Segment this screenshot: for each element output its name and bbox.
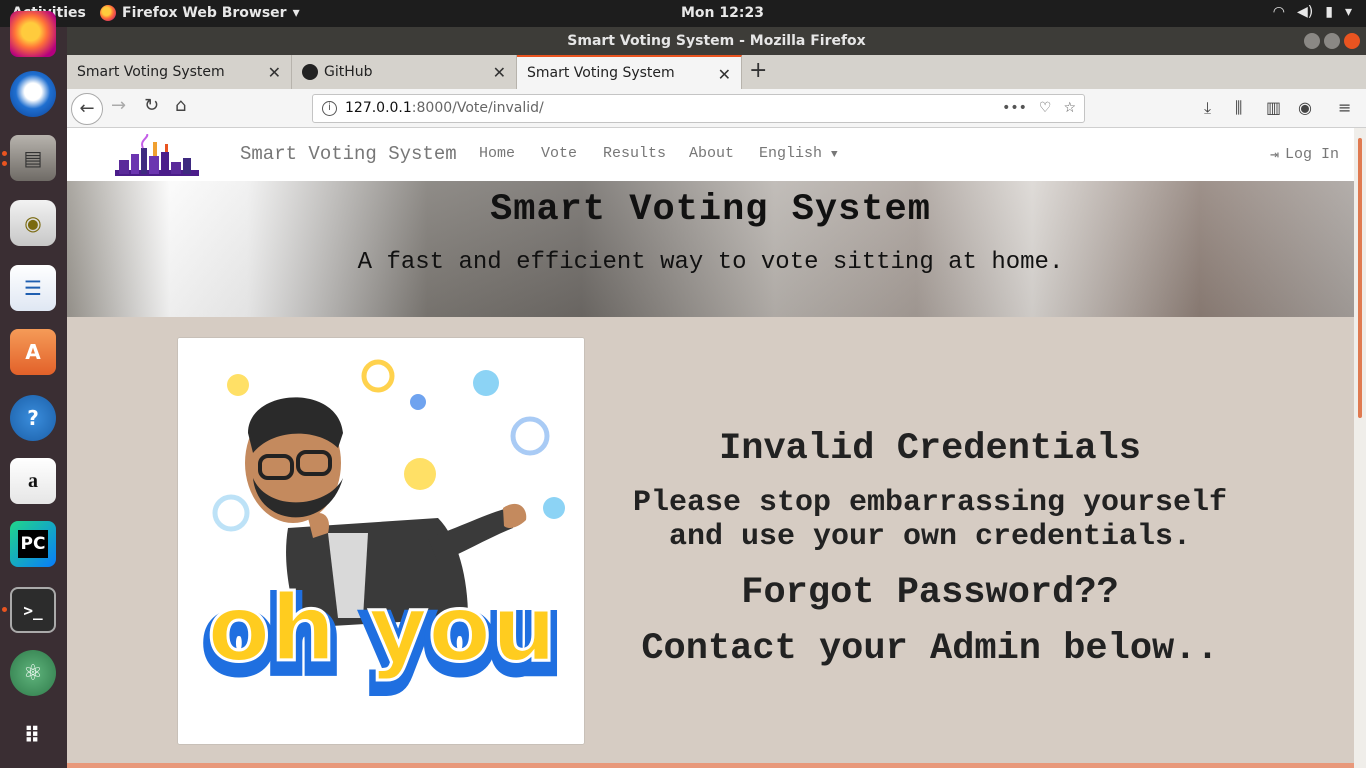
close-window-button[interactable] — [1344, 33, 1360, 49]
clock[interactable]: Mon 12:23 — [681, 5, 764, 21]
close-icon[interactable]: ✕ — [718, 65, 731, 84]
system-tray[interactable]: ◠ ◀) ▮ ▾ — [1273, 4, 1352, 20]
error-line-2: and use your own credentials. — [668, 520, 1192, 554]
tab-github[interactable]: GitHub ✕ — [292, 55, 517, 89]
app-menu[interactable]: Firefox Web Browser ▾ — [100, 5, 300, 21]
app-menu-label: Firefox Web Browser — [122, 5, 287, 21]
rhythmbox-icon[interactable]: ◉ — [10, 200, 56, 246]
nav-language-dropdown[interactable]: English ▼ — [759, 145, 838, 162]
back-button[interactable]: ← — [71, 93, 103, 125]
url-path: :8000/Vote/invalid/ — [411, 100, 544, 116]
nav-vote[interactable]: Vote — [541, 145, 577, 162]
thunderbird-icon[interactable] — [10, 71, 56, 117]
pycharm-icon[interactable]: PC — [10, 521, 56, 567]
running-indicator — [2, 161, 7, 166]
oh-you-bitmoji-image: oh you oh you — [178, 338, 584, 744]
error-line-1: Please stop embarrassing yourself — [632, 486, 1228, 520]
url-bar[interactable]: i 127.0.0.1:8000/Vote/invalid/ ••• ♡ ☆ — [312, 94, 1085, 123]
nav-results[interactable]: Results — [603, 145, 666, 162]
close-icon[interactable]: ✕ — [493, 63, 506, 82]
writer-icon[interactable]: ☰ — [10, 265, 56, 311]
nav-about[interactable]: About — [689, 145, 734, 162]
account-icon[interactable]: ◉ — [1298, 98, 1312, 117]
firefox-icon[interactable] — [10, 11, 56, 57]
site-logo[interactable] — [113, 134, 201, 178]
pocket-icon[interactable]: ♡ — [1039, 95, 1052, 122]
launcher-dock: ▤ ◉ ☰ A ? a PC >_ ⚛ ⠿ — [0, 11, 67, 768]
battery-icon: ▮ — [1325, 4, 1333, 20]
home-button[interactable]: ⌂ — [175, 95, 186, 116]
github-icon — [302, 64, 318, 80]
login-icon: ⇥ — [1269, 147, 1279, 164]
menu-icon[interactable]: ≡ — [1338, 98, 1351, 117]
site-brand[interactable]: Smart Voting System — [240, 143, 457, 165]
library-icon[interactable]: ⫼ — [1235, 98, 1242, 118]
url-host: 127.0.0.1 — [345, 100, 412, 116]
sidebar-icon[interactable]: ▥ — [1266, 98, 1281, 117]
site-info-icon[interactable]: i — [322, 101, 337, 116]
amazon-icon[interactable]: a — [10, 458, 56, 504]
wifi-icon: ◠ — [1272, 4, 1286, 20]
tab-smart-voting-active[interactable]: Smart Voting System ✕ — [517, 55, 742, 89]
window-title: Smart Voting System - Mozilla Firefox — [567, 33, 866, 49]
tab-label: GitHub — [324, 64, 373, 80]
downloads-icon[interactable]: ⤓ — [1204, 98, 1211, 118]
tab-label: Smart Voting System — [77, 64, 225, 80]
error-heading: Invalid Credentials — [719, 428, 1141, 470]
hero-title: Smart Voting System — [490, 189, 931, 231]
bookmark-star-icon[interactable]: ☆ — [1063, 95, 1076, 122]
web-page: Smart Voting System Home Vote Results Ab… — [67, 128, 1354, 768]
tab-strip: Smart Voting System ✕ GitHub ✕ Smart Vot… — [67, 55, 1366, 89]
scrollbar-thumb[interactable] — [1358, 138, 1362, 418]
running-indicator — [2, 151, 7, 156]
files-icon[interactable]: ▤ — [10, 135, 56, 181]
login-label: Log In — [1284, 146, 1339, 163]
nav-home[interactable]: Home — [479, 145, 515, 162]
software-icon[interactable]: A — [10, 329, 56, 375]
window-titlebar: Smart Voting System - Mozilla Firefox — [67, 27, 1366, 55]
page-scrollbar[interactable] — [1354, 128, 1366, 768]
reload-button[interactable]: ↻ — [144, 95, 159, 116]
navigation-toolbar: ← → ↻ ⌂ i 127.0.0.1:8000/Vote/invalid/ •… — [67, 89, 1366, 128]
hero-banner: Smart Voting System A fast and efficient… — [67, 181, 1354, 317]
volume-icon: ◀) — [1297, 4, 1314, 20]
maximize-button[interactable] — [1324, 33, 1340, 49]
language-label: English — [759, 145, 823, 162]
atom-icon[interactable]: ⚛ — [10, 650, 56, 696]
apps-grid-icon[interactable]: ⠿ — [10, 713, 56, 759]
forgot-password-text: Forgot Password?? — [741, 572, 1119, 614]
hero-subtitle: A fast and efficient way to vote sitting… — [357, 249, 1064, 276]
tab-label: Smart Voting System — [527, 65, 675, 81]
forward-button[interactable]: → — [111, 95, 126, 116]
footer-edge — [67, 763, 1354, 768]
login-link[interactable]: ⇥ Log In — [1270, 145, 1339, 164]
terminal-icon[interactable]: >_ — [10, 587, 56, 633]
chevron-down-icon: ▾ — [292, 5, 300, 21]
firefox-icon — [100, 5, 116, 21]
running-indicator — [2, 607, 7, 612]
chevron-down-icon: ▾ — [1344, 4, 1352, 20]
oh-you-text: oh you — [207, 575, 556, 682]
page-actions-icon[interactable]: ••• — [1002, 95, 1027, 122]
site-navbar: Smart Voting System Home Vote Results Ab… — [67, 128, 1354, 181]
invalid-credentials-message: Invalid Credentials Please stop embarras… — [607, 428, 1253, 670]
tab-smart-voting-1[interactable]: Smart Voting System ✕ — [67, 55, 292, 89]
contact-admin-text: Contact your Admin below.. — [641, 628, 1219, 670]
caret-down-icon: ▼ — [831, 149, 838, 161]
minimize-button[interactable] — [1304, 33, 1320, 49]
new-tab-button[interactable]: + — [749, 58, 767, 83]
help-icon[interactable]: ? — [10, 395, 56, 441]
oh-you-image-card: oh you oh you — [177, 337, 585, 745]
gnome-top-bar: Activities Firefox Web Browser ▾ Mon 12:… — [0, 0, 1366, 27]
close-icon[interactable]: ✕ — [268, 63, 281, 82]
